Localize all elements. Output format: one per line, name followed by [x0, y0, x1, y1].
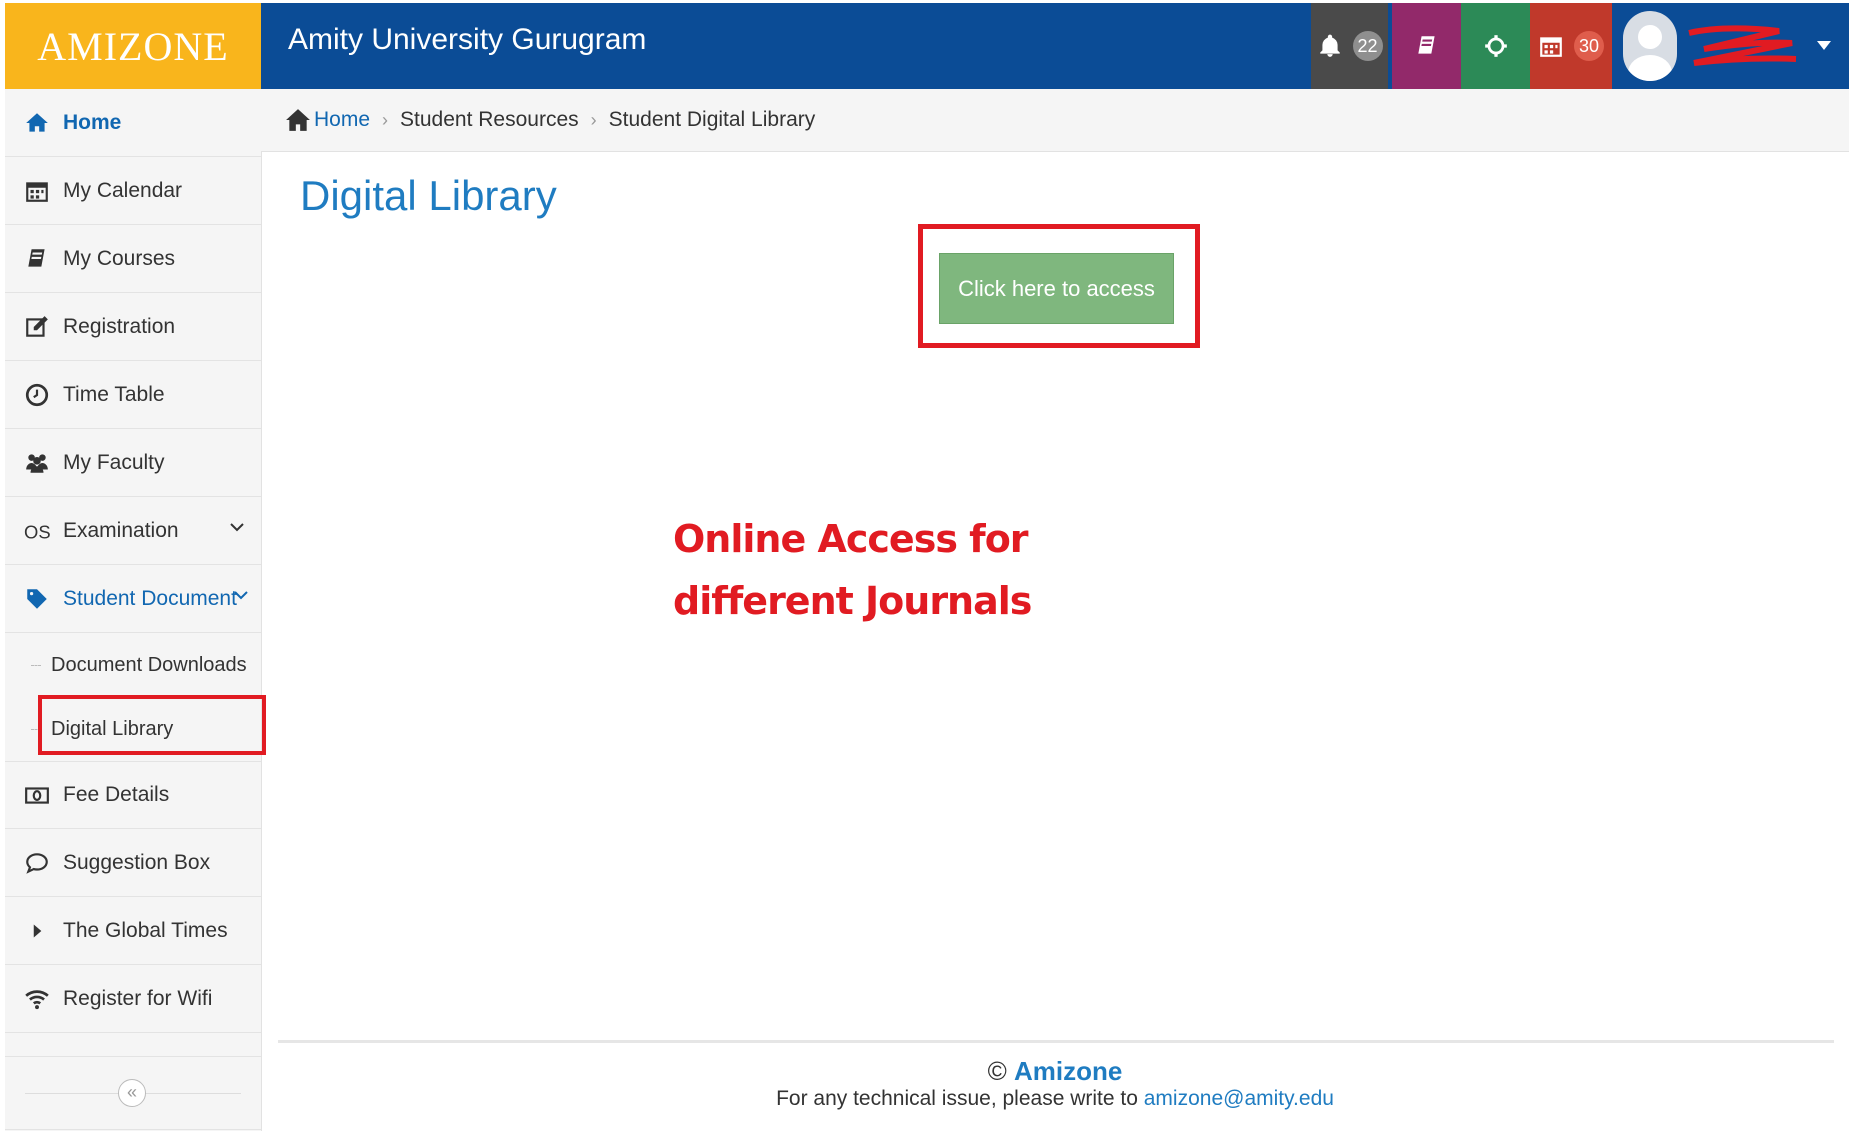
tag-icon	[23, 585, 51, 613]
settings-button[interactable]	[1461, 3, 1530, 89]
sidebar-item-global-times[interactable]: The Global Times	[5, 897, 261, 965]
sidebar-item-examination[interactable]: OS Examination	[5, 497, 261, 565]
avatar	[1623, 11, 1677, 81]
collapse-sidebar-button[interactable]: «	[118, 1079, 146, 1107]
users-icon	[23, 449, 51, 477]
money-icon	[23, 781, 51, 809]
sidebar-item-time-table[interactable]: Time Table	[5, 361, 261, 429]
sidebar-item-label: Student Document	[63, 586, 237, 610]
footer: © Amizone For any technical issue, pleas…	[261, 1056, 1849, 1111]
chevron-down-icon	[230, 523, 244, 532]
copyright-symbol: ©	[987, 1056, 1007, 1086]
amizone-logo[interactable]: AMIZONE	[5, 3, 261, 89]
book-icon	[1417, 36, 1435, 54]
exam-icon: OS	[23, 517, 51, 545]
sidebar-item-label: My Faculty	[63, 450, 165, 474]
sidebar-item-fee-details[interactable]: Fee Details	[5, 761, 261, 829]
calendar-icon	[23, 177, 51, 205]
annotation-line-2: different Journals	[673, 579, 1032, 623]
wifi-icon	[23, 985, 51, 1013]
sidebar-subitem-digital-library[interactable]: Digital Library	[31, 697, 261, 761]
sidebar: Home My Calendar My Courses Registration…	[5, 89, 262, 1131]
sidebar-item-suggestion-box[interactable]: Suggestion Box	[5, 829, 261, 897]
user-menu[interactable]	[1612, 3, 1849, 89]
chevron-down-icon	[1817, 41, 1831, 50]
annotation-text: Online Access for different Journals	[673, 508, 1093, 632]
sidebar-subitem-label: Digital Library	[51, 717, 174, 740]
sidebar-subitem-label: Document Downloads	[51, 653, 247, 676]
sidebar-item-my-courses[interactable]: My Courses	[5, 225, 261, 293]
gear-icon	[1484, 35, 1507, 57]
calendar-icon	[1540, 37, 1562, 57]
page-title: Digital Library	[300, 172, 557, 219]
logo-text: AMIZONE	[37, 23, 229, 69]
sidebar-item-label: Suggestion Box	[63, 850, 211, 874]
svg-text:OS: OS	[24, 521, 50, 542]
home-icon	[286, 109, 310, 131]
breadcrumb: Home › Student Resources › Student Digit…	[261, 89, 1849, 152]
breadcrumb-home[interactable]: Home	[285, 108, 370, 132]
calendar-button[interactable]: 30	[1530, 3, 1612, 89]
app-title: Amity University Gurugram	[288, 23, 647, 56]
chevron-down-icon	[234, 591, 248, 600]
sidebar-item-my-calendar[interactable]: My Calendar	[5, 157, 261, 225]
sidebar-item-label: Fee Details	[63, 783, 170, 806]
sidebar-subitem-document-downloads[interactable]: Document Downloads	[31, 633, 261, 697]
annotation-line-1: Online Access for	[673, 517, 1029, 561]
sidebar-item-home[interactable]: Home	[5, 89, 261, 157]
comment-icon	[23, 849, 51, 877]
home-icon	[23, 109, 51, 137]
sidebar-item-label: Register for Wifi	[63, 986, 213, 1010]
sidebar-item-label: My Calendar	[63, 178, 183, 202]
sidebar-item-registration[interactable]: Registration	[5, 293, 261, 361]
courses-button[interactable]	[1392, 3, 1461, 89]
footer-divider	[278, 1040, 1834, 1043]
footer-text: For any technical issue, please write to	[776, 1087, 1138, 1110]
sidebar-item-label: Examination	[63, 518, 179, 542]
sidebar-item-label: Home	[63, 110, 122, 134]
clock-icon	[23, 381, 51, 409]
sidebar-collapse-row: «	[5, 1056, 261, 1130]
sidebar-item-label: My Courses	[63, 246, 176, 270]
bell-icon	[1319, 34, 1340, 57]
breadcrumb-student-resources[interactable]: Student Resources	[400, 108, 579, 132]
footer-email-link[interactable]: amizone@amity.edu	[1144, 1087, 1334, 1110]
caret-right-icon	[23, 917, 51, 945]
sidebar-item-label: The Global Times	[63, 918, 228, 942]
sidebar-item-my-faculty[interactable]: My Faculty	[5, 429, 261, 497]
sidebar-item-register-wifi[interactable]: Register for Wifi	[5, 965, 261, 1033]
access-button[interactable]: Click here to access	[939, 253, 1174, 324]
redacted-username	[1688, 25, 1797, 66]
book-icon	[23, 245, 51, 273]
footer-brand: Amizone	[1014, 1056, 1123, 1086]
sidebar-item-label: Registration	[63, 314, 176, 338]
notifications-button[interactable]: 22	[1311, 3, 1388, 89]
notifications-badge: 22	[1352, 31, 1383, 61]
edit-icon	[23, 313, 51, 341]
breadcrumb-current: Student Digital Library	[608, 108, 816, 131]
breadcrumb-home-label: Home	[314, 108, 371, 131]
sidebar-item-label: Time Table	[63, 382, 165, 406]
sidebar-item-student-document[interactable]: Student Document	[5, 565, 261, 633]
calendar-badge: 30	[1574, 31, 1604, 61]
